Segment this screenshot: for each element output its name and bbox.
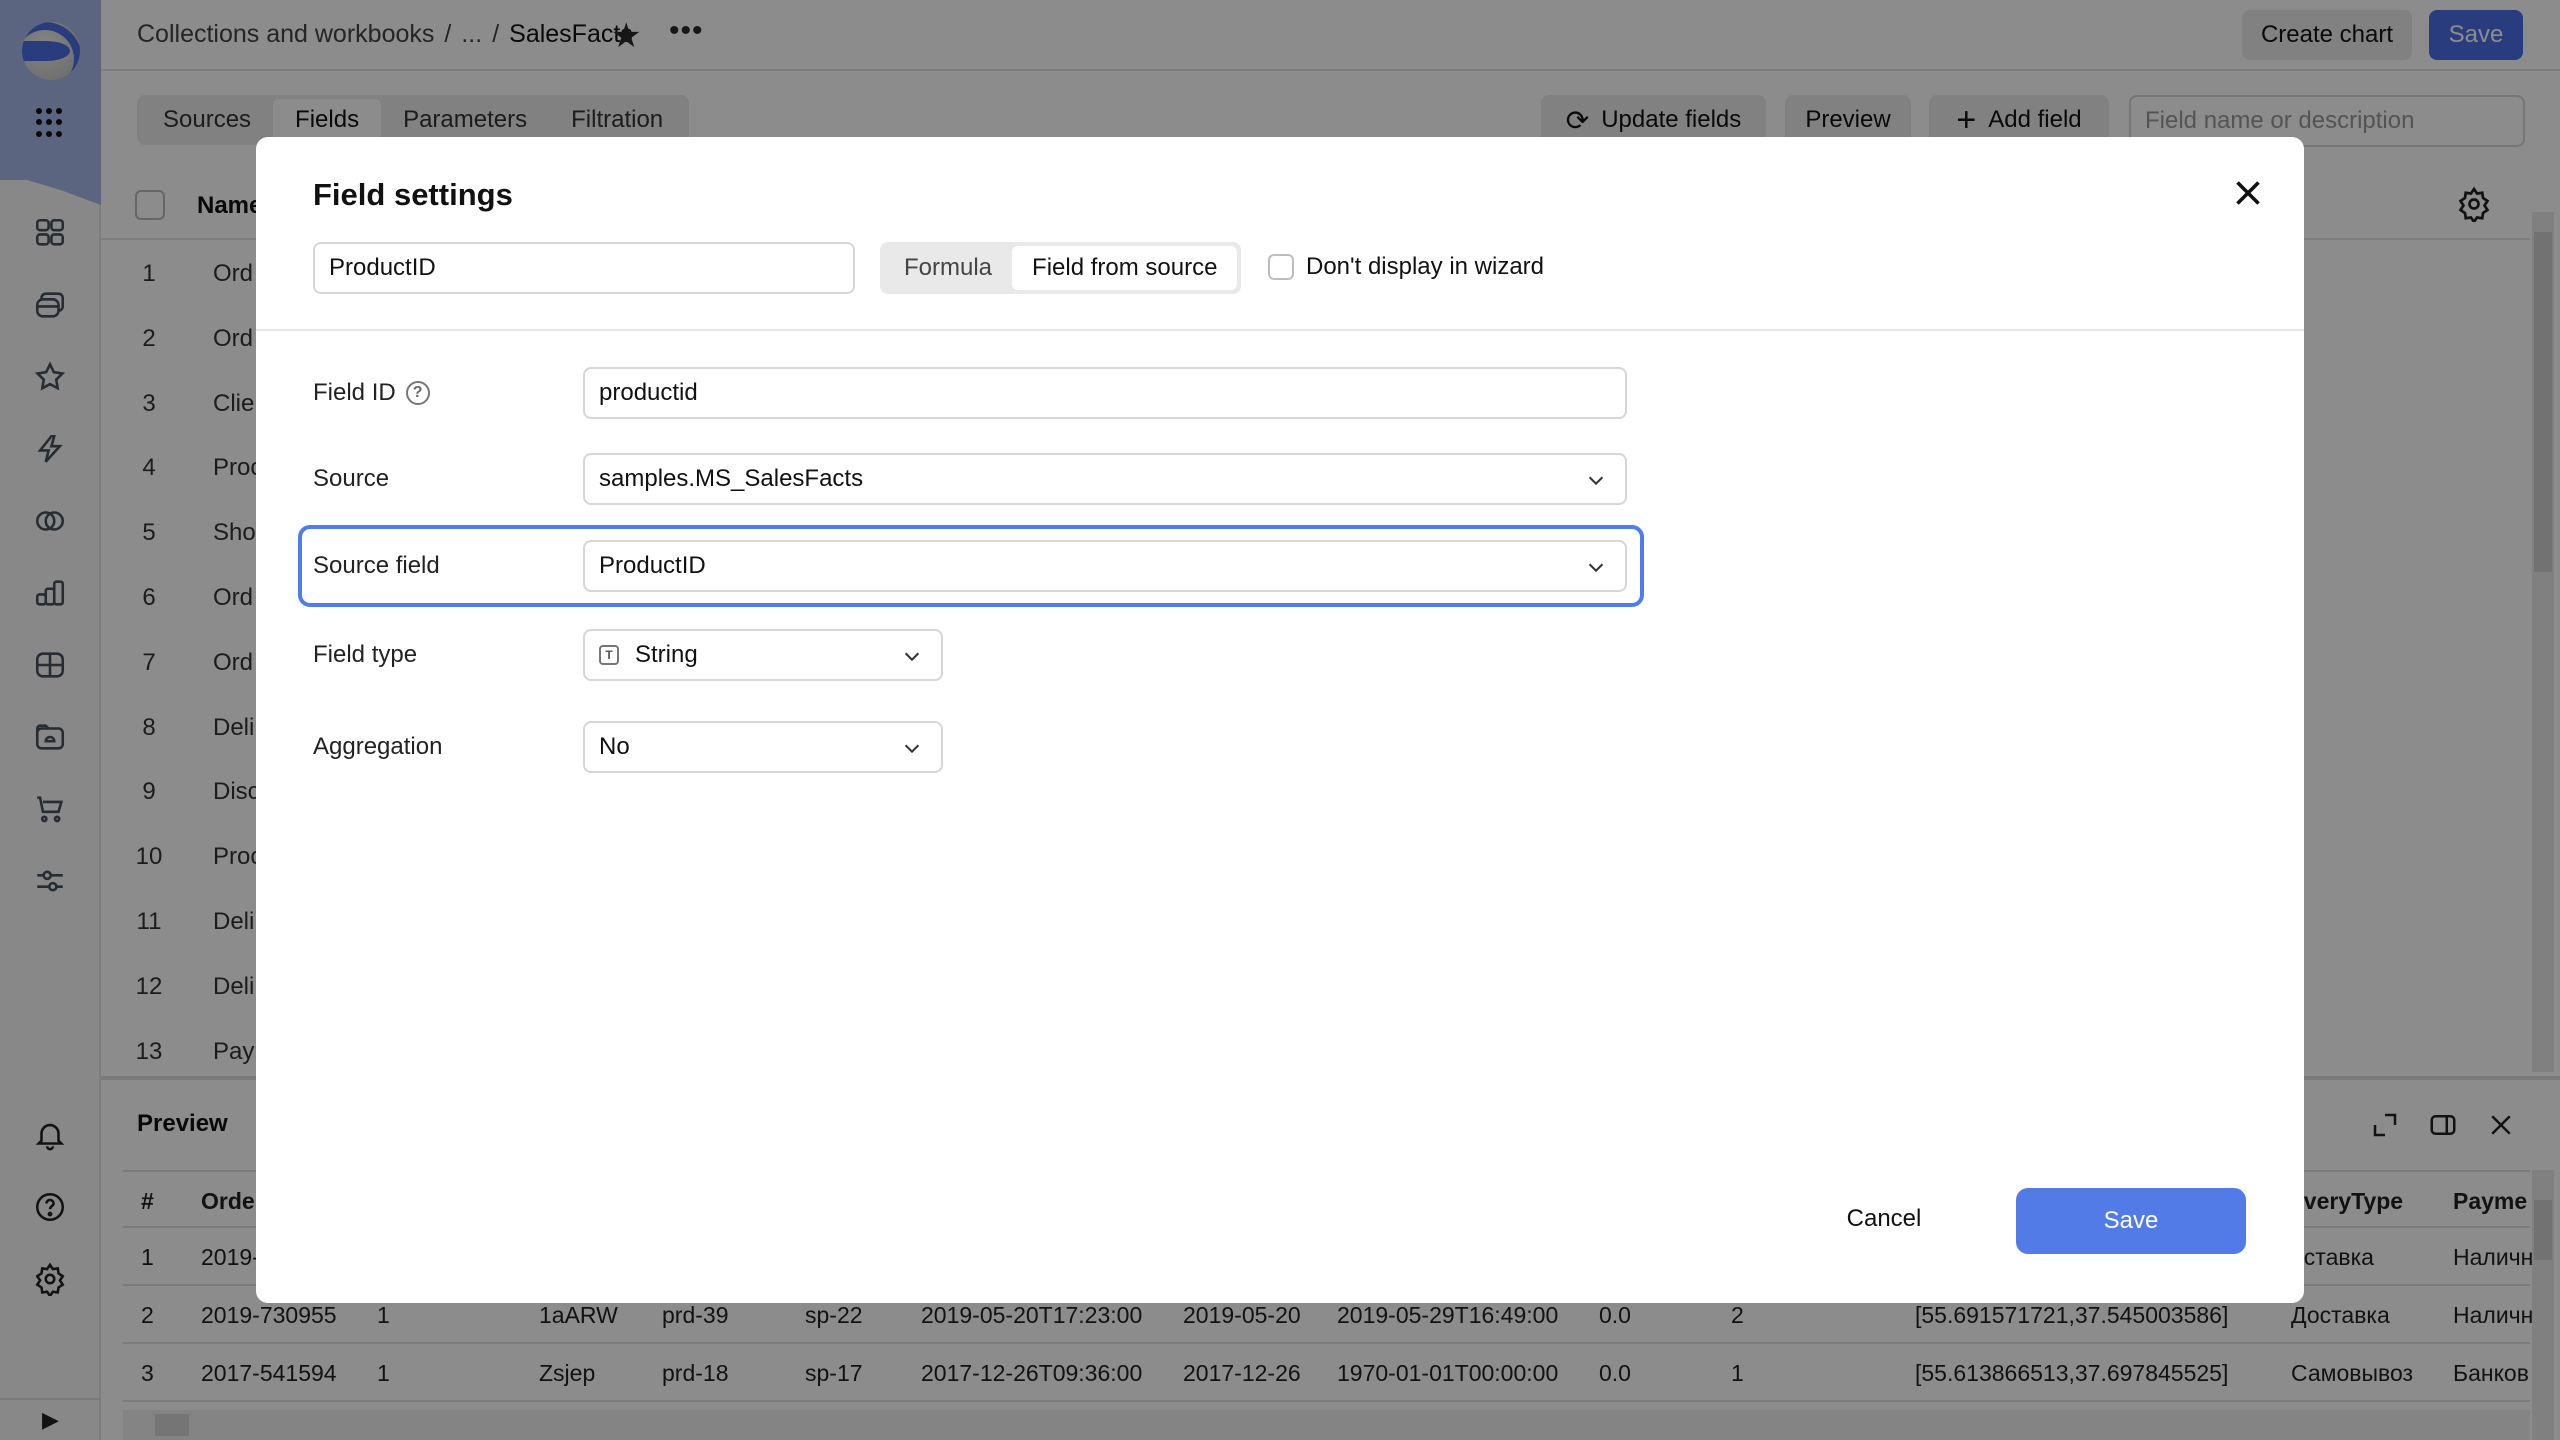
dialog-divider [256,329,2304,331]
source-row: Source samples.MS_SalesFacts [313,453,1893,505]
close-icon[interactable] [2230,175,2266,211]
string-type-icon: T [599,645,619,665]
field-type-row: Field type T String [313,629,1893,681]
chevron-down-icon [1588,563,1604,573]
source-select[interactable]: samples.MS_SalesFacts [583,453,1627,505]
field-type-value: String [635,641,698,668]
hide-in-wizard-checkbox[interactable]: Don't display in wizard [1268,253,1544,281]
field-id-label-text: Field ID [313,379,396,406]
field-mode-switch: Formula Field from source [880,242,1242,294]
chevron-down-icon [904,652,920,662]
source-field-select-value: ProductID [599,552,706,579]
aggregation-label: Aggregation [313,733,443,760]
source-select-value: samples.MS_SalesFacts [599,465,864,492]
aggregation-value: No [599,733,630,760]
source-field-row: Source field ProductID [313,540,1893,592]
chevron-down-icon [904,744,920,754]
help-icon[interactable]: ? [405,381,430,405]
checkbox-box[interactable] [1268,254,1294,280]
mode-field-from-source[interactable]: Field from source [1012,246,1238,290]
field-type-label: Field type [313,641,418,668]
chevron-down-icon [1588,476,1604,486]
field-name-input[interactable]: ProductID [313,242,855,294]
aggregation-select[interactable]: No [583,721,943,773]
source-field-label: Source field [313,552,440,579]
mode-formula[interactable]: Formula [884,246,1012,290]
field-settings-dialog: Field settings ProductID Formula Field f… [256,137,2304,1303]
field-id-row: Field ID ? productid [313,367,1893,419]
field-id-label: Field ID ? [313,379,430,407]
aggregation-row: Aggregation No [313,721,1893,773]
dialog-title: Field settings [313,177,513,212]
field-type-select[interactable]: T String [583,629,943,681]
field-id-input[interactable]: productid [583,367,1627,419]
checkbox-label: Don't display in wizard [1306,253,1545,280]
source-label: Source [313,465,390,492]
save-button[interactable]: Save [2016,1188,2246,1254]
cancel-button[interactable]: Cancel [1834,1189,1934,1249]
source-field-select[interactable]: ProductID [583,540,1627,592]
